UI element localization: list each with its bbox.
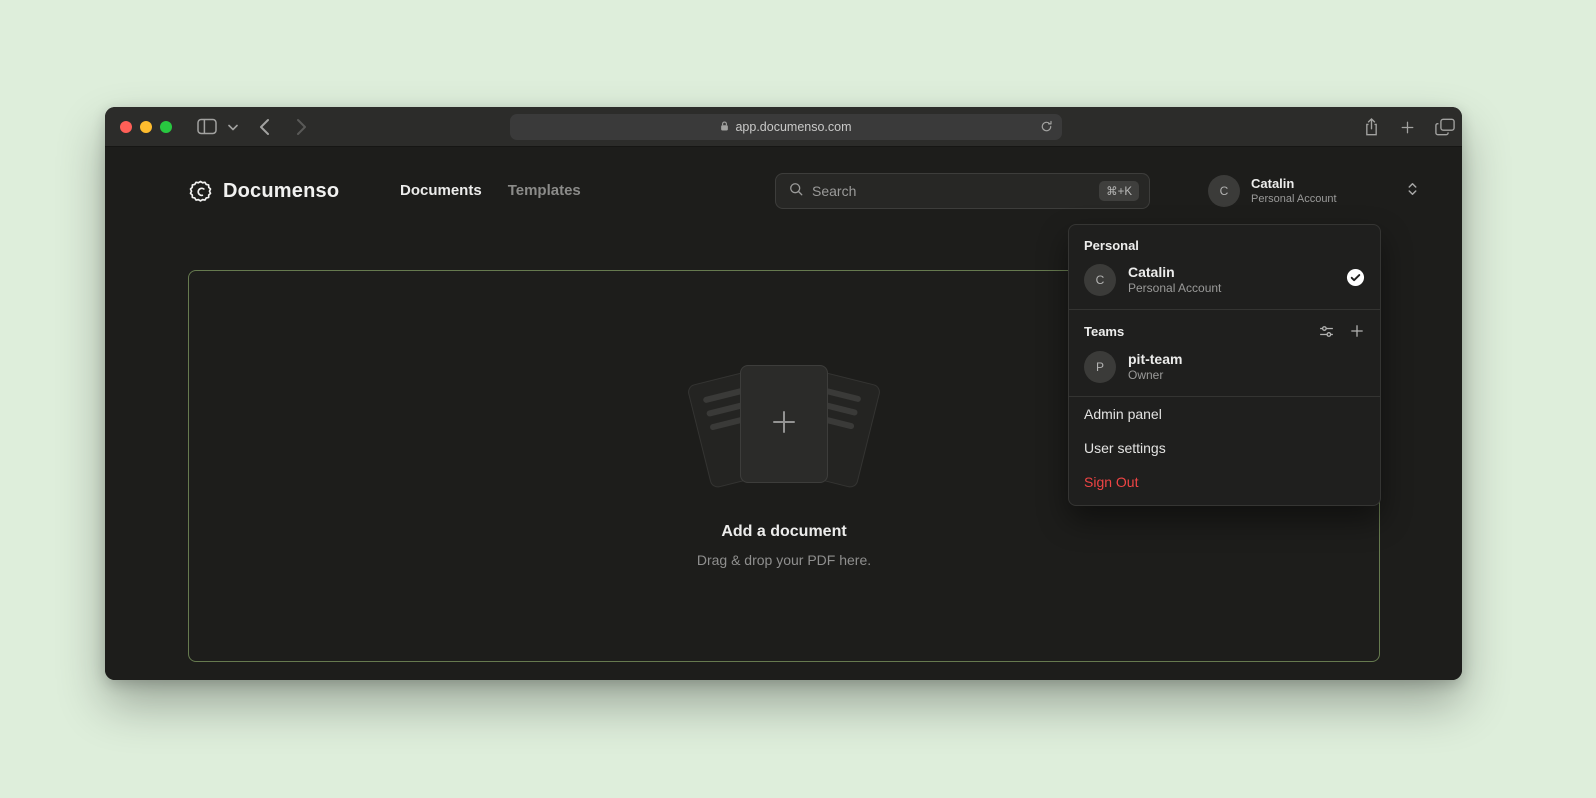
- selected-check-icon: [1346, 268, 1365, 292]
- plus-icon: [767, 405, 801, 444]
- lock-icon: [720, 120, 729, 135]
- menu-item-user-settings[interactable]: User settings: [1069, 431, 1380, 465]
- search-input[interactable]: [812, 183, 1091, 199]
- avatar: C: [1084, 264, 1116, 296]
- illustration-card-center: [740, 365, 828, 483]
- documenso-app: Documenso Documents Templates ⌘+K C Cata…: [105, 147, 1462, 680]
- search-bar[interactable]: ⌘+K: [775, 173, 1150, 209]
- forward-button[interactable]: [296, 118, 307, 136]
- chevron-up-down-icon: [1406, 179, 1419, 204]
- zoom-window-button[interactable]: [160, 121, 172, 133]
- account-dropdown-menu: Personal C Catalin Personal Account Team…: [1068, 224, 1381, 506]
- team-name: pit-team: [1128, 351, 1182, 368]
- dropzone-subtitle: Drag & drop your PDF here.: [189, 552, 1379, 568]
- close-window-button[interactable]: [120, 121, 132, 133]
- personal-account-name: Catalin: [1128, 264, 1221, 281]
- desktop-background: app.documenso.com: [0, 0, 1596, 798]
- new-tab-icon[interactable]: [1400, 120, 1415, 135]
- teams-section-label: Teams: [1084, 324, 1318, 339]
- account-subtitle: Personal Account: [1251, 192, 1337, 206]
- personal-account-row[interactable]: C Catalin Personal Account: [1069, 259, 1380, 309]
- nav-templates[interactable]: Templates: [508, 182, 581, 199]
- add-team-icon[interactable]: [1349, 323, 1365, 340]
- main-nav: Documents Templates: [400, 182, 581, 199]
- address-bar[interactable]: app.documenso.com: [510, 114, 1062, 140]
- browser-window: app.documenso.com: [105, 107, 1462, 680]
- documenso-logo-icon: [188, 179, 213, 204]
- documents-illustration: [674, 353, 894, 503]
- traffic-lights: [120, 121, 172, 133]
- back-button[interactable]: [259, 118, 270, 136]
- teams-section-header: Teams: [1069, 310, 1380, 346]
- avatar: C: [1208, 175, 1240, 207]
- brand[interactable]: Documenso: [188, 179, 339, 204]
- avatar: P: [1084, 351, 1116, 383]
- nav-documents[interactable]: Documents: [400, 182, 482, 199]
- personal-section-label: Personal: [1069, 225, 1380, 259]
- search-shortcut-badge: ⌘+K: [1099, 181, 1139, 201]
- menu-item-sign-out[interactable]: Sign Out: [1069, 465, 1380, 499]
- manage-teams-icon[interactable]: [1318, 323, 1335, 340]
- dropzone-title: Add a document: [189, 523, 1379, 541]
- brand-name: Documenso: [223, 180, 339, 203]
- search-icon: [788, 181, 804, 202]
- share-icon[interactable]: [1363, 116, 1380, 138]
- team-row[interactable]: P pit-team Owner: [1069, 346, 1380, 396]
- team-role: Owner: [1128, 368, 1182, 383]
- reload-icon[interactable]: [1039, 119, 1054, 137]
- minimize-window-button[interactable]: [140, 121, 152, 133]
- personal-account-subtitle: Personal Account: [1128, 281, 1221, 296]
- tab-overview-icon[interactable]: [1435, 118, 1455, 136]
- menu-item-admin-panel[interactable]: Admin panel: [1069, 397, 1380, 431]
- sidebar-chevron-down-icon[interactable]: [228, 124, 238, 131]
- account-menu-trigger[interactable]: C Catalin Personal Account: [1208, 175, 1419, 207]
- url-text: app.documenso.com: [735, 120, 851, 134]
- account-name: Catalin: [1251, 176, 1337, 192]
- browser-toolbar: app.documenso.com: [105, 107, 1462, 147]
- sidebar-toggle-icon[interactable]: [197, 118, 217, 135]
